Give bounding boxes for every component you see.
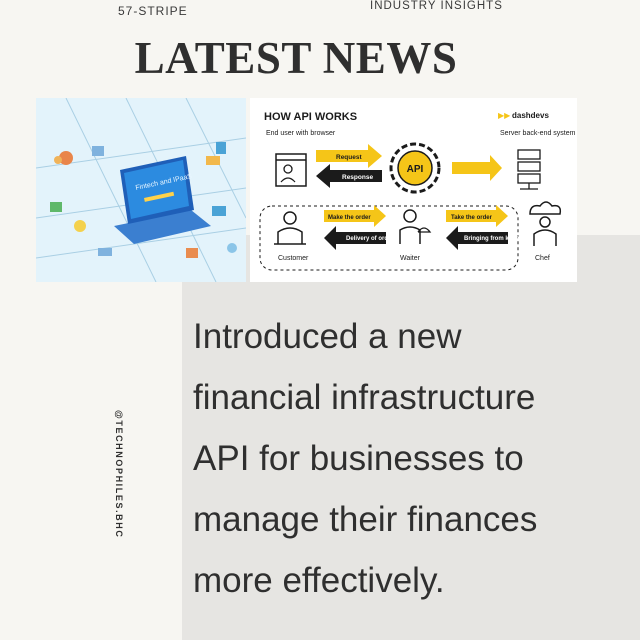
headline: LATEST NEWS xyxy=(134,33,458,83)
body-line: more effectively. xyxy=(193,561,445,600)
response-label: Response xyxy=(342,174,373,181)
chef-icon xyxy=(529,201,562,246)
source-label: 57-STRIPE xyxy=(118,4,188,18)
server-arrow-icon xyxy=(452,155,502,181)
api-diagram: HOW API WORKS dashdevs ▶▶ End user with … xyxy=(250,98,577,282)
body-line: manage their finances xyxy=(193,500,538,539)
category-label: INDUSTRY INSIGHTS xyxy=(370,0,503,12)
brand-label: dashdevs xyxy=(512,111,549,120)
end-user-label: End user with browser xyxy=(266,130,336,137)
chef-label: Chef xyxy=(535,255,550,262)
fintech-illustration: Fintech and IPaaS xyxy=(36,98,246,282)
server-icon xyxy=(517,149,541,190)
body-line: API for businesses to xyxy=(193,439,524,478)
body-line: financial infrastructure xyxy=(193,378,536,417)
browser-user-icon xyxy=(275,153,307,187)
make-order-label: Make the order xyxy=(328,215,371,221)
social-handle-text: @TECHNOPHILES.BHC xyxy=(114,410,124,539)
fintech-illustration-svg: Fintech and IPaaS xyxy=(36,98,246,282)
take-order-label: Take the order xyxy=(451,215,493,221)
request-label: Request xyxy=(336,154,362,161)
api-diagram-svg: HOW API WORKS dashdevs ▶▶ End user with … xyxy=(259,111,576,271)
api-label: API xyxy=(407,164,424,175)
bringing-label: Bringing from kitchen xyxy=(464,236,527,242)
customer-icon xyxy=(274,211,306,245)
brand-logo-icon: ▶▶ xyxy=(498,111,511,120)
waiter-icon xyxy=(399,209,432,244)
body-line: Introduced a new xyxy=(193,317,462,356)
customer-label: Customer xyxy=(278,255,309,262)
waiter-label: Waiter xyxy=(400,255,421,262)
news-body: Introduced a new financial infrastructur… xyxy=(193,306,633,611)
delivery-label: Delivery of order xyxy=(346,236,394,242)
server-label: Server back-end system xyxy=(500,130,576,137)
diagram-title: HOW API WORKS xyxy=(264,111,357,123)
social-handle: @TECHNOPHILES.BHC xyxy=(114,410,130,538)
